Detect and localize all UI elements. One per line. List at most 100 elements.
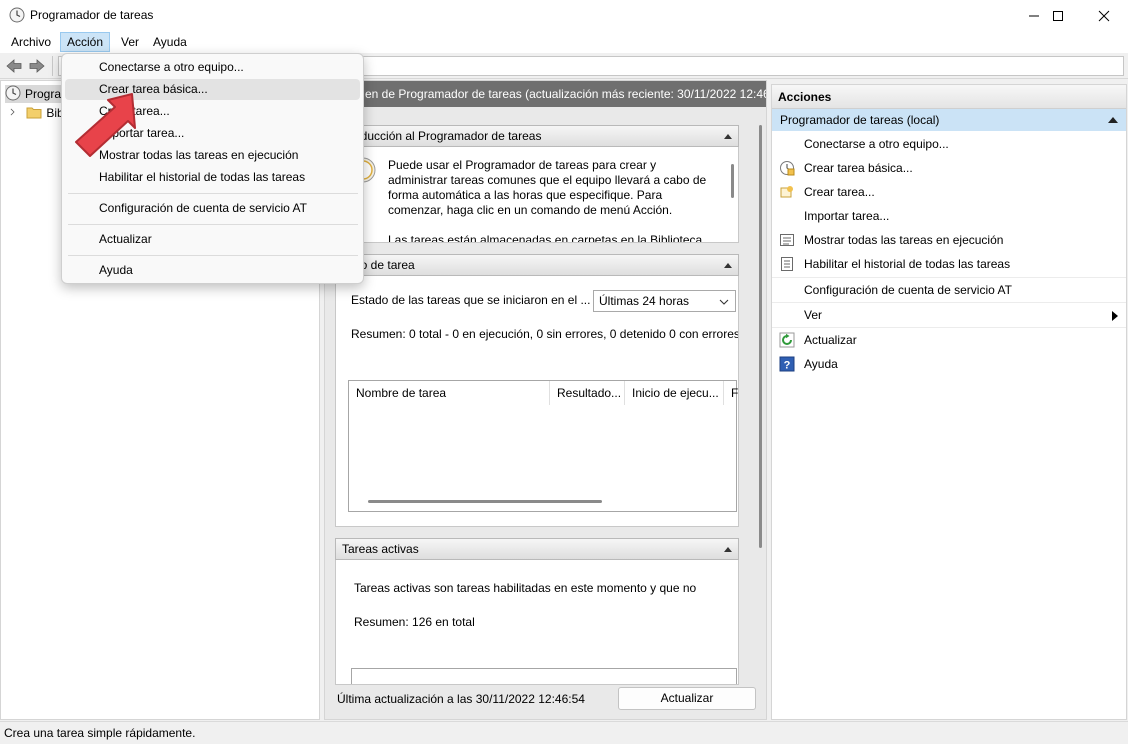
intro-line: comenzar, haga clic en un comando de men…: [388, 203, 673, 217]
active-summary: Resumen: 126 en total: [354, 615, 475, 629]
status-filter-label: Estado de las tareas que se iniciaron en…: [351, 293, 591, 307]
section-active-header[interactable]: Tareas activas: [335, 538, 739, 560]
menu-separator: [68, 224, 358, 225]
section-intro-header[interactable]: oducción al Programador de tareas: [335, 125, 739, 147]
table-hscrollbar[interactable]: [368, 500, 602, 503]
maximize-button[interactable]: [1035, 0, 1081, 31]
pointer-arrow-icon: [75, 93, 136, 157]
refresh-button[interactable]: Actualizar: [618, 687, 756, 710]
running-tasks-icon: [780, 234, 794, 246]
back-arrow-icon[interactable]: [5, 57, 23, 75]
title-bar: Programador de tareas: [0, 0, 1128, 31]
action-label: Importar tarea...: [804, 209, 890, 223]
column-header[interactable]: F: [724, 381, 738, 405]
toolbar-separator: [52, 56, 53, 76]
status-bar: Crea una tarea simple rápidamente.: [0, 721, 1128, 744]
summary-scrollbar[interactable]: [759, 125, 762, 548]
menu-ayuda[interactable]: Ayuda: [147, 32, 193, 52]
menu-ver[interactable]: Ver: [115, 32, 145, 52]
actions-group-header[interactable]: Programador de tareas (local): [772, 109, 1126, 131]
action-create-task[interactable]: Crear tarea...: [772, 180, 1126, 204]
action-label: Configuración de cuenta de servicio AT: [804, 283, 1012, 297]
clock-icon: [5, 85, 21, 101]
action-view[interactable]: Ver: [772, 302, 1126, 326]
collapse-icon[interactable]: [1108, 117, 1118, 123]
tree-item-label: Progra: [25, 87, 62, 101]
status-filter-select[interactable]: Últimas 24 horas: [593, 290, 736, 312]
tree-item-library[interactable]: Bib: [9, 104, 64, 122]
task-status-table: Nombre de tarea Resultado... Inicio de e…: [348, 380, 738, 512]
action-label: Ayuda: [804, 357, 838, 371]
basic-task-icon: [780, 161, 795, 176]
action-label: Conectarse a otro equipo...: [804, 137, 949, 151]
menu-separator: [68, 193, 358, 194]
summary-header: en de Programador de tareas (actualizaci…: [325, 81, 766, 107]
section-title: oducción al Programador de tareas: [354, 129, 542, 143]
intro-line: forma automática a las horas que especif…: [388, 188, 663, 202]
intro-line: Las tareas están almacenadas en carpetas…: [388, 233, 703, 243]
collapse-icon[interactable]: [724, 547, 732, 552]
forward-arrow-icon[interactable]: [28, 57, 46, 75]
actions-group-label: Programador de tareas (local): [780, 113, 940, 127]
active-tasks-table: [351, 668, 737, 684]
folder-icon: [26, 107, 42, 119]
new-task-icon: [780, 186, 793, 198]
action-label: Actualizar: [804, 333, 857, 347]
chevron-down-icon: [719, 299, 729, 305]
action-show-running[interactable]: Mostrar todas las tareas en ejecución: [772, 228, 1126, 252]
intro-line: administrar tareas comunes que el equipo…: [388, 173, 707, 187]
submenu-arrow-icon: [1112, 311, 1118, 321]
last-update-label: Última actualización a las 30/11/2022 12…: [337, 692, 585, 706]
actions-pane: Acciones Programador de tareas (local) C…: [771, 84, 1127, 720]
menu-item-help[interactable]: Ayuda: [65, 260, 360, 281]
maximize-icon: [1053, 10, 1063, 21]
refresh-icon: [779, 332, 795, 348]
column-header[interactable]: Nombre de tarea: [349, 381, 550, 405]
menu-separator: [68, 255, 358, 256]
action-label: Mostrar todas las tareas en ejecución: [804, 233, 1004, 247]
section-title: Tareas activas: [342, 542, 419, 556]
column-header[interactable]: Inicio de ejecu...: [625, 381, 724, 405]
section-intro-body: Puede usar el Programador de tareas para…: [335, 147, 739, 243]
clock-icon: [9, 7, 25, 23]
close-icon: [1098, 10, 1110, 21]
summary-pane: en de Programador de tareas (actualizaci…: [324, 80, 767, 720]
status-summary: Resumen: 0 total - 0 en ejecución, 0 sin…: [351, 327, 739, 341]
intro-line: Puede usar el Programador de tareas para…: [388, 158, 657, 172]
column-header[interactable]: Resultado...: [550, 381, 625, 405]
collapse-icon[interactable]: [724, 134, 732, 139]
action-import-task[interactable]: Importar tarea...: [772, 204, 1126, 228]
action-create-basic-task[interactable]: Crear tarea básica...: [772, 156, 1126, 180]
collapse-icon[interactable]: [724, 263, 732, 268]
intro-scrollbar[interactable]: [731, 164, 734, 198]
accion-menu: Conectarse a otro equipo... Crear tarea …: [61, 53, 364, 284]
action-label: Habilitar el historial de todas las tare…: [804, 257, 1011, 271]
window-title: Programador de tareas: [30, 8, 154, 22]
action-label: Ver: [804, 308, 823, 322]
section-status-body: Estado de las tareas que se iniciaron en…: [335, 276, 739, 527]
section-status-header[interactable]: do de tarea: [335, 254, 739, 276]
menu-item-at-account[interactable]: Configuración de cuenta de servicio AT: [65, 198, 360, 219]
action-label: Crear tarea básica...: [804, 161, 913, 175]
active-description: Tareas activas son tareas habilitadas en…: [354, 581, 697, 595]
menu-bar: Archivo Acción Ver Ayuda: [0, 31, 1128, 53]
help-icon: ?: [779, 356, 795, 372]
actions-title: Acciones: [772, 85, 1126, 109]
menu-accion[interactable]: Acción: [60, 32, 111, 52]
status-filter-value: Últimas 24 horas: [599, 294, 690, 308]
action-enable-history[interactable]: Habilitar el historial de todas las tare…: [772, 252, 1126, 276]
chevron-right-icon[interactable]: [9, 104, 19, 120]
action-label: Crear tarea...: [804, 185, 875, 199]
action-refresh[interactable]: Actualizar: [772, 327, 1126, 351]
menu-item-refresh[interactable]: Actualizar: [65, 229, 360, 250]
menu-item-enable-history[interactable]: Habilitar el historial de todas las tare…: [65, 167, 360, 188]
action-help[interactable]: ? Ayuda: [772, 352, 1126, 376]
history-icon: [781, 257, 793, 271]
menu-item-connect[interactable]: Conectarse a otro equipo...: [65, 57, 360, 78]
svg-text:?: ?: [784, 360, 791, 372]
action-at-account[interactable]: Configuración de cuenta de servicio AT: [772, 277, 1126, 301]
menu-archivo[interactable]: Archivo: [5, 32, 57, 52]
action-connect[interactable]: Conectarse a otro equipo...: [772, 132, 1126, 156]
section-active-body: Tareas activas son tareas habilitadas en…: [335, 560, 739, 685]
close-button[interactable]: [1081, 0, 1127, 31]
